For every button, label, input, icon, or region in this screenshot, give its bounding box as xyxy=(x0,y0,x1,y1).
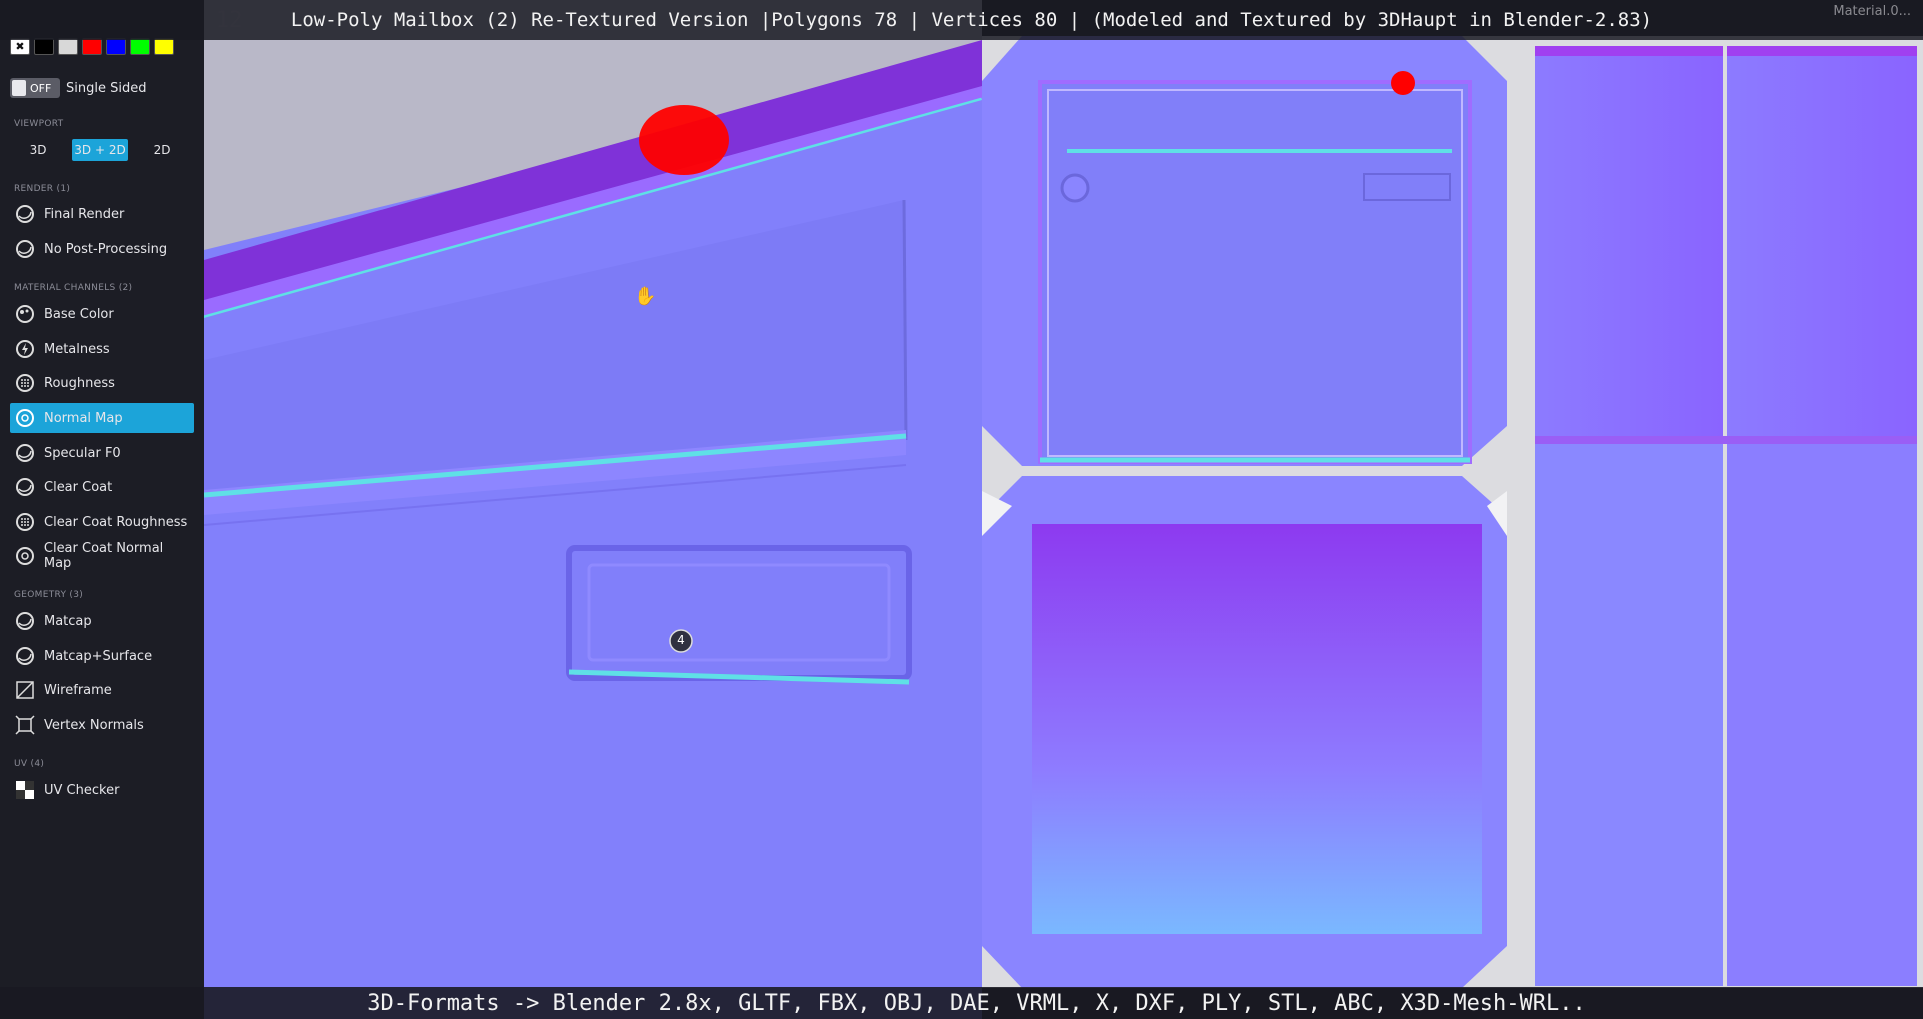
annotation-badge[interactable]: 4 xyxy=(674,633,688,647)
formats-caption: 3D-Formats -> Blender 2.8x, GLTF, FBX, O… xyxy=(367,990,1586,1016)
swatch-yellow[interactable] xyxy=(154,38,174,55)
single-sided-label: Single Sided xyxy=(66,80,147,96)
sphere-icon xyxy=(14,610,36,632)
caption-bar: 3D-Formats -> Blender 2.8x, GLTF, FBX, O… xyxy=(0,987,1923,1019)
item-label: UV Checker xyxy=(44,782,120,798)
viewport-3d-button[interactable]: 3D xyxy=(10,139,66,161)
uv-texture-view[interactable] xyxy=(982,36,1923,988)
checker-icon xyxy=(14,779,36,801)
normal-texture-atlas xyxy=(982,36,1917,988)
geometry-wireframe[interactable]: Wireframe xyxy=(10,675,194,705)
sphere-icon xyxy=(14,476,36,498)
sphere-icon xyxy=(14,238,36,260)
channel-clear-coat-normal-map[interactable]: Clear Coat Normal Map xyxy=(10,541,194,571)
item-label: Normal Map xyxy=(44,410,123,426)
video-title: Low-Poly Mailbox (2) Re-Textured Version… xyxy=(290,9,1653,31)
render-final-render[interactable]: Final Render xyxy=(10,199,194,229)
item-label: No Post-Processing xyxy=(44,241,168,257)
item-label: Metalness xyxy=(44,341,110,357)
channel-normal-map[interactable]: Normal Map xyxy=(10,403,194,433)
viewport-2d-button[interactable]: 2D xyxy=(134,139,190,161)
wireframe-icon xyxy=(14,679,36,701)
channel-specular-f0[interactable]: Specular F0 xyxy=(10,438,194,468)
single-sided-toggle[interactable]: OFF xyxy=(10,78,60,98)
material-section-label: MATERIAL CHANNELS (2) xyxy=(14,283,133,293)
single-sided-row: OFF Single Sided xyxy=(10,78,146,98)
normal-map-render: ✋ xyxy=(204,0,982,1019)
uv-checker[interactable]: UV Checker xyxy=(10,775,194,805)
item-label: Specular F0 xyxy=(44,445,121,461)
viewport-3d2d-button[interactable]: 3D + 2D xyxy=(72,139,128,161)
channel-clear-coat[interactable]: Clear Coat xyxy=(10,472,194,502)
title-bar: Low-Poly Mailbox (2) Re-Textured Version… xyxy=(0,0,1923,40)
toggle-state: OFF xyxy=(30,81,52,95)
material-label: Material.0... xyxy=(1833,4,1911,19)
item-label: Matcap xyxy=(44,613,92,629)
render-no-post-processing[interactable]: No Post-Processing xyxy=(10,234,194,264)
sphere-icon xyxy=(14,442,36,464)
3d-viewport[interactable]: ✋ 4 xyxy=(204,0,982,1019)
bolt-icon xyxy=(14,338,36,360)
normal-map-icon xyxy=(14,407,36,429)
item-label: Clear Coat Normal Map xyxy=(43,541,164,571)
geometry-section-label: GEOMETRY (3) xyxy=(14,590,84,600)
swatch-blue[interactable] xyxy=(106,38,126,55)
item-label: Final Render xyxy=(44,206,125,222)
inspector-sidebar: ✖ OFF Single Sided VIEWPORT 3D 3D + 2D 2… xyxy=(0,0,204,1019)
channel-metalness[interactable]: Metalness xyxy=(10,334,194,364)
dots-sphere-icon xyxy=(14,511,36,533)
geometry-matcap-surface[interactable]: Matcap+Surface xyxy=(10,641,194,671)
viewport-mode-group: 3D 3D + 2D 2D xyxy=(10,139,190,161)
svg-text:✋: ✋ xyxy=(634,285,656,307)
item-label: Clear Coat xyxy=(44,479,113,495)
item-label: Roughness xyxy=(44,375,115,391)
swatch-red[interactable] xyxy=(82,38,102,55)
dots-sphere-icon xyxy=(14,372,36,394)
item-label: Matcap+Surface xyxy=(44,648,153,664)
item-label: Wireframe xyxy=(44,682,112,698)
item-label: Clear Coat Roughness xyxy=(44,514,188,530)
swatch-transparent[interactable]: ✖ xyxy=(10,38,30,55)
sphere-icon xyxy=(14,645,36,667)
swatch-black[interactable] xyxy=(34,38,54,55)
channel-clear-coat-roughness[interactable]: Clear Coat Roughness xyxy=(10,507,194,537)
render-section-label: RENDER (1) xyxy=(14,184,71,194)
swatch-lightgray[interactable] xyxy=(58,38,78,55)
toggle-knob xyxy=(12,80,26,96)
geometry-matcap[interactable]: Matcap xyxy=(10,606,194,636)
item-label: Base Color xyxy=(44,306,114,322)
geometry-vertex-normals[interactable]: Vertex Normals xyxy=(10,710,194,740)
normal-map-icon xyxy=(14,545,36,567)
channel-roughness[interactable]: Roughness xyxy=(10,368,194,398)
viewport-section-label: VIEWPORT xyxy=(14,119,64,129)
channel-base-color[interactable]: Base Color xyxy=(10,299,194,329)
sphere-icon xyxy=(14,203,36,225)
item-label: Vertex Normals xyxy=(44,717,144,733)
uv-section-label: UV (4) xyxy=(14,759,45,769)
background-swatches: ✖ xyxy=(10,38,174,55)
swatch-green[interactable] xyxy=(130,38,150,55)
vertex-normals-icon xyxy=(14,714,36,736)
palette-icon xyxy=(14,303,36,325)
